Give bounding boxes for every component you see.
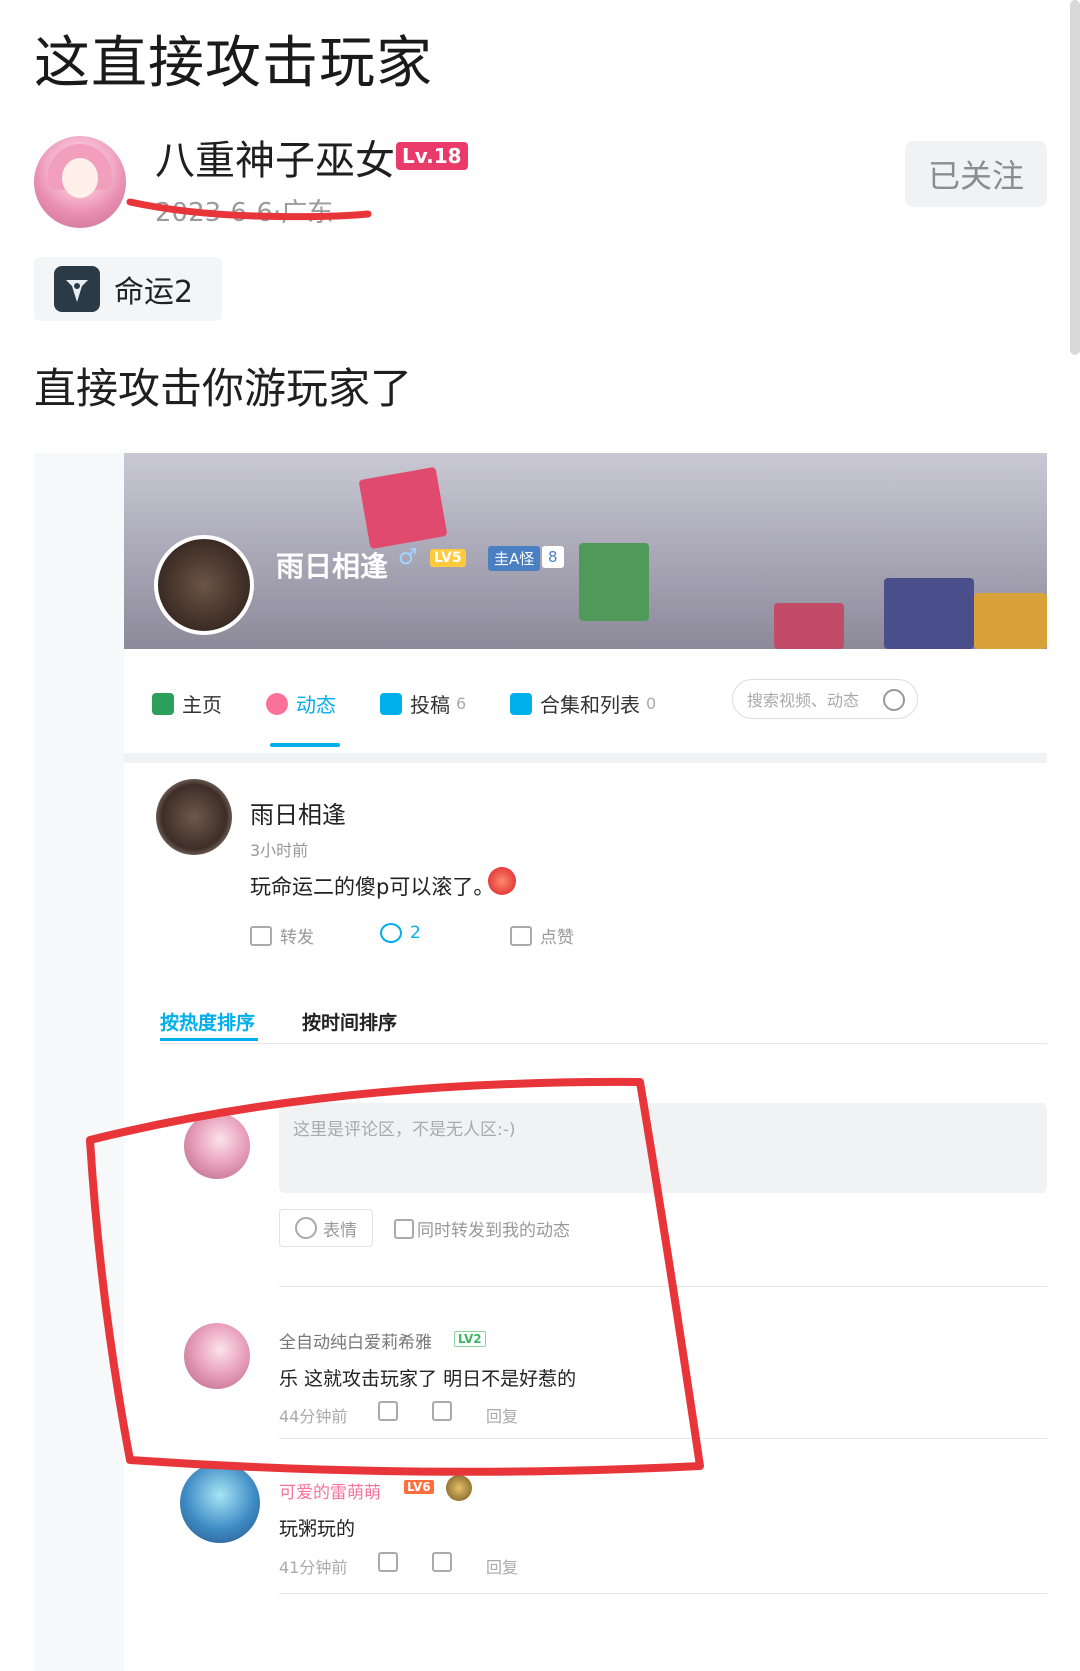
- post-body: 直接攻击你游玩家了: [34, 364, 413, 413]
- thumbs-up-icon: [510, 925, 532, 946]
- game-tag[interactable]: 命运2: [34, 257, 222, 321]
- post-author[interactable]: 雨日相逢: [250, 795, 346, 830]
- tab-dynamic[interactable]: 动态: [266, 689, 336, 718]
- tab-dynamic-label: 动态: [296, 693, 336, 717]
- fan-badge: 圭A怪: [488, 546, 541, 571]
- posts-icon: [380, 692, 402, 715]
- forward-checkbox-label: 同时转发到我的动态: [417, 1221, 570, 1241]
- collections-icon: [510, 692, 532, 715]
- post-avatar[interactable]: [156, 779, 232, 855]
- gift-decoration: [358, 466, 448, 550]
- like-label: 点赞: [540, 928, 574, 948]
- comment-reply[interactable]: 回复: [486, 1554, 518, 1578]
- page-scrollbar[interactable]: [1070, 0, 1080, 355]
- author-avatar[interactable]: [34, 136, 126, 228]
- embedded-screenshot: 雨日相逢 ♂ LV5 圭A怪 8 主页 动态 投稿 6 合集和列表 0 搜索视频…: [34, 453, 1047, 1671]
- like-button[interactable]: 点赞: [510, 923, 574, 948]
- gift-decoration: [579, 543, 649, 621]
- comment-author[interactable]: 可爱的雷萌萌: [279, 1478, 381, 1503]
- comment-text: 玩粥玩的: [279, 1518, 356, 1540]
- comment-dislike-icon[interactable]: [432, 1401, 452, 1421]
- forward-button[interactable]: 转发: [250, 923, 314, 948]
- comment-divider: [279, 1286, 1047, 1287]
- tab-home-label: 主页: [182, 693, 222, 717]
- comment-time: 44分钟前: [279, 1407, 348, 1426]
- comment-divider: [279, 1438, 1047, 1439]
- forward-checkbox[interactable]: [394, 1219, 414, 1239]
- tag-label: 命运2: [114, 275, 194, 310]
- screenshot-page: 雨日相逢 ♂ LV5 圭A怪 8 主页 动态 投稿 6 合集和列表 0 搜索视频…: [124, 453, 1047, 1671]
- comment-input[interactable]: 这里是评论区，不是无人区:-): [279, 1103, 1047, 1193]
- profile-nav: 主页 动态 投稿 6 合集和列表 0 搜索视频、动态: [124, 649, 1047, 763]
- dynamic-icon: [266, 692, 288, 715]
- active-tab-indicator: [270, 743, 340, 747]
- smile-icon: [295, 1217, 317, 1239]
- destiny-icon: [54, 266, 100, 312]
- sort-time[interactable]: 按时间排序: [302, 1008, 397, 1035]
- angry-emoji-icon: [488, 867, 516, 895]
- post-title: 这直接攻击玩家: [34, 31, 433, 96]
- emoji-button[interactable]: 表情: [279, 1209, 373, 1247]
- forward-label: 转发: [280, 928, 314, 948]
- comment-level: LV6: [404, 1480, 434, 1494]
- comment-time: 41分钟前: [279, 1558, 348, 1577]
- medal-icon: [446, 1475, 472, 1501]
- post-text: 玩命运二的傻p可以滚了。: [250, 875, 495, 899]
- tab-collections[interactable]: 合集和列表 0: [510, 689, 656, 718]
- comment-dislike-icon[interactable]: [432, 1552, 452, 1572]
- comment-divider: [279, 1593, 1047, 1594]
- search-placeholder: 搜索视频、动态: [747, 691, 860, 710]
- sort-hot[interactable]: 按热度排序: [160, 1008, 255, 1035]
- fan-badge-count: 8: [542, 546, 564, 568]
- tab-posts-count: 6: [456, 694, 467, 713]
- profile-avatar[interactable]: [154, 535, 254, 635]
- author-name[interactable]: 八重神子巫女: [155, 128, 395, 186]
- gender-icon: ♂: [398, 545, 418, 570]
- red-underline-annotation: [126, 198, 372, 221]
- comment-icon: [380, 923, 402, 943]
- comment-button[interactable]: 2: [380, 923, 421, 943]
- sort-divider: [160, 1043, 1047, 1044]
- current-user-avatar: [184, 1113, 250, 1179]
- gift-decoration: [774, 603, 844, 649]
- avatar-face: [62, 158, 98, 198]
- comment-avatar[interactable]: [184, 1323, 250, 1389]
- profile-search-input[interactable]: 搜索视频、动态: [732, 679, 918, 719]
- forward-icon: [250, 925, 272, 946]
- follow-button[interactable]: 已关注: [905, 141, 1047, 207]
- tab-posts[interactable]: 投稿 6: [380, 689, 466, 718]
- comment-level: LV2: [454, 1331, 486, 1347]
- comment-count: 2: [410, 923, 421, 943]
- comment-avatar[interactable]: [180, 1463, 260, 1543]
- comment-author[interactable]: 全自动纯白爱莉希雅: [279, 1328, 432, 1353]
- gift-decoration: [974, 593, 1047, 649]
- profile-level: LV5: [430, 549, 466, 567]
- home-icon: [152, 692, 174, 715]
- tab-collections-count: 0: [646, 694, 657, 713]
- comment-reply[interactable]: 回复: [486, 1403, 518, 1427]
- tab-collections-label: 合集和列表: [540, 693, 640, 717]
- comment-text: 乐 这就攻击玩家了 明日不是好惹的: [279, 1368, 577, 1390]
- level-badge: Lv.18: [396, 142, 468, 170]
- tab-home[interactable]: 主页: [152, 689, 222, 718]
- profile-username: 雨日相逢: [276, 550, 389, 583]
- gift-decoration: [884, 578, 974, 649]
- search-icon[interactable]: [883, 689, 905, 711]
- tab-posts-label: 投稿: [410, 693, 450, 717]
- sort-indicator: [160, 1038, 258, 1041]
- post-time: 3小时前: [250, 841, 309, 860]
- comment-like-icon[interactable]: [378, 1401, 398, 1421]
- emoji-label: 表情: [323, 1220, 357, 1241]
- comment-like-icon[interactable]: [378, 1552, 398, 1572]
- comment-placeholder: 这里是评论区，不是无人区:-): [293, 1120, 516, 1140]
- profile-banner: 雨日相逢 ♂ LV5 圭A怪 8: [124, 453, 1047, 649]
